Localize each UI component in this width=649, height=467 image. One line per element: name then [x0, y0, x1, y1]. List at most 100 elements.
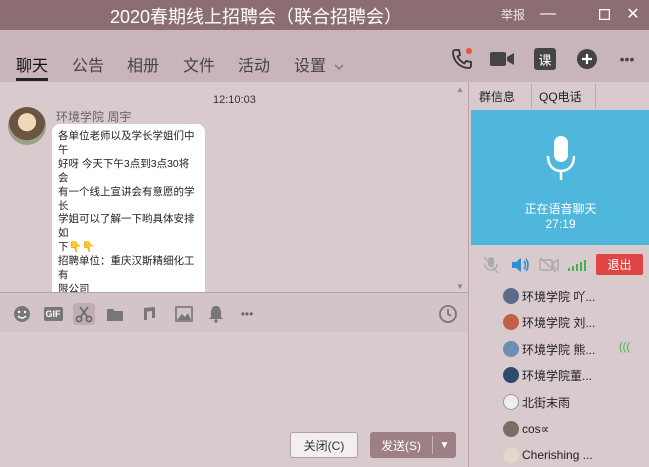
course-icon: 课 — [534, 48, 556, 70]
speaker-icon — [512, 258, 529, 272]
group-toolbar: 聊天 公告 相册 文件 活动 设置 课 ••• — [0, 30, 649, 82]
phone-call-button[interactable] — [449, 46, 475, 72]
input-toolbar: GIF ••• — [0, 292, 468, 332]
signal-strength-indicator — [566, 255, 588, 275]
more-tools-button[interactable]: ••• — [236, 303, 258, 325]
phone-icon — [452, 48, 472, 69]
folder-button[interactable] — [104, 303, 126, 325]
list-item[interactable]: 环境学院 吖... — [503, 286, 595, 306]
image-icon — [175, 306, 193, 322]
avatar — [503, 447, 519, 463]
send-options-dropdown[interactable]: ▼ — [433, 440, 456, 451]
maximize-button[interactable] — [593, 3, 615, 25]
gif-button[interactable]: GIF — [42, 303, 64, 325]
message-line: 有一个线上宣讲会有意愿的学长 — [58, 185, 195, 212]
image-button[interactable] — [173, 303, 195, 325]
tab-settings[interactable]: 设置 — [294, 52, 344, 76]
send-button[interactable]: 发送(S) ▼ — [370, 432, 456, 458]
notification-button[interactable] — [205, 303, 227, 325]
more-options-button[interactable]: ••• — [614, 46, 640, 72]
list-item[interactable]: Cherishing ... — [503, 445, 593, 465]
emoji-button[interactable] — [11, 303, 33, 325]
video-call-button[interactable] — [489, 46, 515, 72]
member-name: 环境学院 熊... — [522, 342, 596, 357]
tab-files[interactable]: 文件 — [183, 52, 215, 76]
member-name: 环境学院 吖... — [522, 289, 596, 304]
tab-chat[interactable]: 聊天 — [16, 52, 48, 76]
list-item[interactable]: 环境学院董... — [503, 365, 592, 385]
member-name: Cherishing ... — [522, 448, 593, 462]
tab-group-info[interactable]: 群信息 — [479, 88, 515, 105]
plus-circle-icon — [577, 49, 597, 69]
microphone-icon — [546, 136, 576, 180]
list-item[interactable]: cos∝ — [503, 419, 549, 439]
voice-status: 正在语音聊天 — [524, 202, 597, 216]
screenshot-button[interactable] — [73, 303, 95, 325]
close-button[interactable]: 关闭(C) — [290, 432, 358, 458]
scroll-down-arrow[interactable]: ▼ — [456, 282, 468, 292]
message-line: 学姐可以了解一下哟具体安排如 — [58, 213, 195, 240]
member-name: 环境学院 刘... — [522, 315, 596, 330]
message-line: 限公司 — [58, 282, 90, 292]
video-camera-icon — [490, 52, 514, 66]
message-timestamp: 12:10:03 — [213, 94, 256, 106]
music-note-icon — [144, 307, 155, 320]
message-line: 各单位老师以及学长学姐们中午 — [58, 130, 195, 156]
course-button[interactable]: 课 — [532, 46, 558, 72]
tab-divider — [531, 84, 532, 108]
add-app-button[interactable] — [574, 46, 600, 72]
scissors-icon — [75, 306, 93, 323]
signal-bars-icon — [568, 260, 586, 271]
message-bubble[interactable]: 各单位老师以及学长学姐们中午 好呀 今天下午3点到3点30将会 有一个线上宣讲会有意… — [52, 124, 205, 292]
minimize-button[interactable]: — — [537, 3, 559, 25]
avatar — [503, 367, 519, 383]
tab-announcement[interactable]: 公告 — [72, 52, 104, 76]
scroll-up-arrow[interactable]: ▲ — [456, 85, 468, 95]
tab-activity[interactable]: 活动 — [238, 52, 270, 76]
music-button[interactable] — [138, 303, 160, 325]
member-name: cos∝ — [522, 422, 550, 436]
speaker-button[interactable] — [509, 255, 531, 275]
camera-off-button[interactable] — [538, 255, 560, 275]
window-title: 2020春期线上招聘会（联合招聘会） — [110, 7, 403, 27]
avatar[interactable] — [8, 107, 46, 145]
mute-mic-button[interactable] — [481, 255, 501, 275]
mic-muted-icon — [483, 256, 499, 274]
send-button-label: 发送(S) — [381, 438, 421, 453]
maximize-icon — [598, 8, 610, 20]
tab-album[interactable]: 相册 — [127, 52, 159, 76]
list-item[interactable]: 环境学院 刘... — [503, 312, 595, 332]
message-sender: 环境学院 周宇 — [56, 110, 132, 124]
report-link[interactable]: 举报 — [501, 6, 525, 23]
message-line: 招聘单位：重庆汉斯精细化工有 — [58, 255, 195, 282]
bell-icon — [209, 306, 223, 323]
call-timer: 27:19 — [545, 217, 576, 231]
avatar — [503, 341, 519, 357]
member-name: 环境学院董... — [522, 368, 593, 383]
list-item[interactable]: 北街末雨 — [503, 392, 570, 412]
avatar — [503, 421, 519, 437]
member-name: 北街末雨 — [522, 395, 571, 410]
tab-qq-call[interactable]: QQ电话 — [539, 88, 582, 105]
speaking-indicator: ((( — [619, 341, 630, 353]
exit-call-button[interactable]: 退出 — [596, 254, 643, 275]
tab-divider — [595, 84, 596, 108]
message-text: 各单位老师以及学长学姐们中午 好呀 今天下午3点到3点30将会 有一个线上宣讲会有意… — [58, 130, 199, 292]
avatar — [503, 314, 519, 330]
close-window-button[interactable]: ✕ — [622, 3, 644, 25]
smiley-icon — [14, 306, 30, 322]
avatar — [503, 394, 519, 410]
title-bar: 2020春期线上招聘会（联合招聘会） 举报 — ✕ — [0, 0, 649, 30]
chevron-down-icon — [335, 64, 344, 70]
message-line: 下👇👇 — [58, 241, 95, 254]
message-line: 好呀 今天下午3点到3点30将会 — [58, 157, 190, 184]
camera-off-icon — [539, 257, 559, 273]
folder-icon — [107, 309, 123, 321]
right-panel: 群信息 QQ电话 正在语音聊天 27:19 退出 环境学院 吖... 环境学院 … — [468, 82, 649, 467]
tab-settings-label: 设置 — [294, 58, 327, 75]
history-button[interactable] — [437, 303, 459, 325]
list-item[interactable]: 环境学院 熊... — [503, 339, 595, 359]
gif-icon: GIF — [43, 307, 63, 321]
voice-chat-panel: 正在语音聊天 27:19 — [471, 110, 649, 245]
clock-icon — [439, 305, 457, 323]
